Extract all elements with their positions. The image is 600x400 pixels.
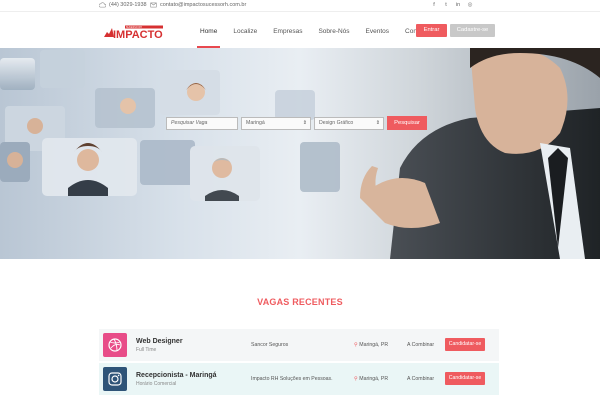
phone-contact: (44) 3029-1938 — [99, 2, 147, 8]
job-location: ⚲ Maringá, PR — [354, 342, 388, 348]
location-pin-icon: ⚲ — [354, 342, 358, 348]
job-company: Impacto RH Soluções em Pessoas. — [251, 376, 333, 382]
facebook-icon[interactable]: f — [431, 2, 437, 8]
nav-localize[interactable]: Localize — [225, 24, 265, 46]
email-text[interactable]: contato@impactosucessorh.com.br — [160, 2, 246, 8]
site-header: IMPACTO SUCESSO RH Home Localize Empresa… — [0, 12, 600, 48]
envelope-icon — [150, 2, 157, 8]
job-row[interactable]: Web Designer Full Time Sancor Seguros ⚲ … — [99, 329, 499, 361]
main-nav: Home Localize Empresas Sobre-Nós Eventos… — [192, 24, 436, 48]
hero-banner: Pesquisar Vaga Maringá Design Gráfico Pe… — [0, 48, 600, 259]
section-title: VAGAS RECENTES — [257, 297, 343, 307]
job-type: Horário Comercial — [136, 381, 177, 387]
search-button[interactable]: Pesquisar — [387, 116, 427, 130]
linkedin-icon[interactable]: in — [455, 2, 461, 8]
apply-button[interactable]: Candidatar-se — [445, 372, 485, 385]
category-select[interactable]: Design Gráfico — [314, 116, 384, 130]
dribbble-icon — [103, 333, 127, 357]
nav-sobre-nos[interactable]: Sobre-Nós — [310, 24, 357, 46]
job-salary: A Combinar — [407, 376, 435, 382]
instagram-icon — [103, 367, 127, 391]
job-title[interactable]: Web Designer — [136, 338, 183, 345]
nav-home[interactable]: Home — [192, 24, 225, 48]
cloud-icon — [99, 2, 106, 8]
job-location: ⚲ Maringá, PR — [354, 376, 388, 382]
job-salary: A Combinar — [407, 342, 435, 348]
location-pin-icon: ⚲ — [354, 376, 358, 382]
nav-empresas[interactable]: Empresas — [265, 24, 310, 46]
job-title[interactable]: Recepcionista - Maringá — [136, 372, 217, 379]
logo-text: IMPACTO — [113, 29, 163, 41]
apply-button[interactable]: Candidatar-se — [445, 338, 485, 351]
social-links: f t in ◎ — [431, 2, 473, 8]
job-company: Sancor Seguros — [251, 342, 289, 348]
email-contact[interactable]: contato@impactosucessorh.com.br — [150, 2, 246, 8]
hero-image — [0, 48, 600, 259]
search-input[interactable]: Pesquisar Vaga — [166, 116, 238, 130]
city-select[interactable]: Maringá — [241, 116, 311, 130]
login-button[interactable]: Entrar — [416, 24, 447, 37]
logo-tagline: SUCESSO RH — [126, 26, 142, 29]
impacto-logo[interactable]: IMPACTO SUCESSO RH — [103, 25, 169, 41]
register-button[interactable]: Cadastre-se — [450, 24, 495, 37]
job-row[interactable]: Recepcionista - Maringá Horário Comercia… — [99, 363, 499, 395]
instagram-icon[interactable]: ◎ — [467, 2, 473, 8]
job-type: Full Time — [136, 347, 157, 353]
businessman-figure — [360, 48, 600, 259]
job-location-text: Maringá, PR — [359, 376, 389, 382]
top-bar: (44) 3029-1938 contato@impactosucessorh.… — [0, 0, 600, 12]
phone-text: (44) 3029-1938 — [109, 2, 147, 8]
job-location-text: Maringá, PR — [359, 342, 389, 348]
nav-eventos[interactable]: Eventos — [358, 24, 398, 46]
job-search-bar: Pesquisar Vaga Maringá Design Gráfico Pe… — [166, 115, 431, 131]
twitter-icon[interactable]: t — [443, 2, 449, 8]
